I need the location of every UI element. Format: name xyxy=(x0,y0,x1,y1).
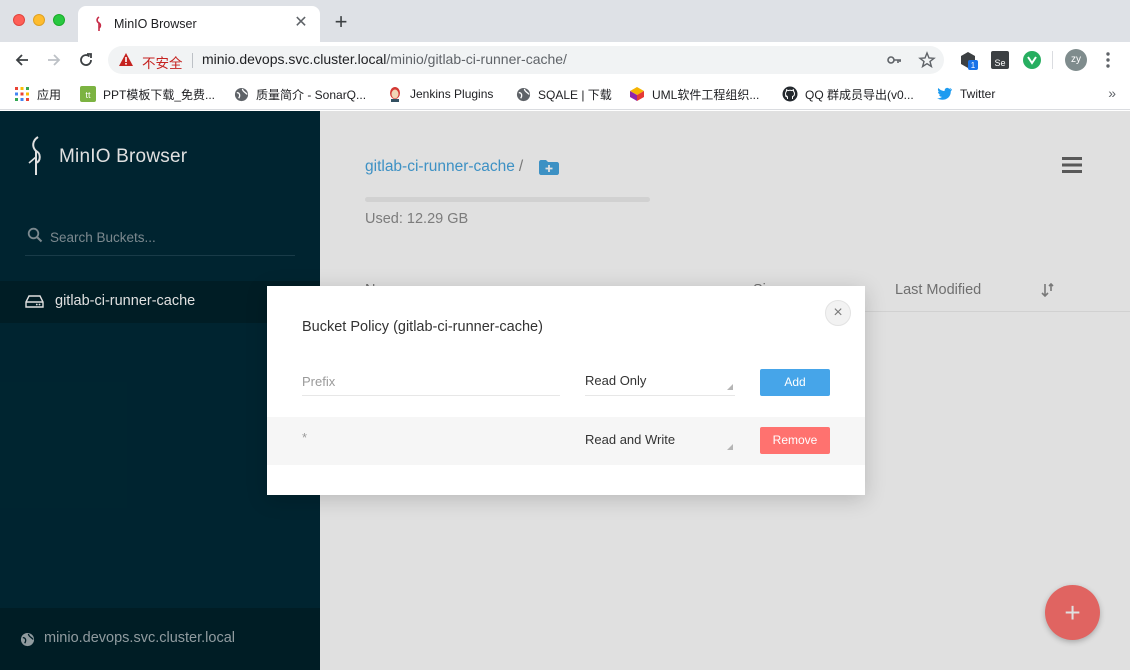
reload-button[interactable] xyxy=(74,48,98,72)
minio-favicon-icon xyxy=(96,16,102,31)
prefix-input[interactable] xyxy=(302,368,560,396)
svg-text:tt: tt xyxy=(85,90,91,100)
uml-cube-icon xyxy=(629,86,645,102)
twitter-icon xyxy=(937,86,953,102)
bookmark-twitter[interactable]: Twitter xyxy=(937,84,995,104)
bookmark-label: QQ 群成员导出(v0... xyxy=(805,87,914,102)
back-button[interactable] xyxy=(10,48,34,72)
new-policy-row: Read Only Add xyxy=(267,358,865,408)
address-bar[interactable]: 不安全 minio.devops.svc.cluster.local/minio… xyxy=(108,46,944,74)
github-icon xyxy=(782,86,798,102)
policy-permission-select[interactable]: Read Only xyxy=(585,368,735,396)
vue-devtools-icon[interactable] xyxy=(1022,50,1042,70)
bookmark-apps[interactable]: 应用 xyxy=(14,84,61,104)
bookmark-uml[interactable]: UML软件工程组织... xyxy=(629,84,759,104)
policy-permission-select[interactable]: Read and Write xyxy=(585,427,735,455)
select-value: Read Only xyxy=(585,373,647,388)
tab-title: MinIO Browser xyxy=(114,17,197,31)
add-policy-button[interactable]: Add xyxy=(760,369,830,396)
remove-policy-button[interactable]: Remove xyxy=(760,427,830,454)
warning-icon xyxy=(119,53,133,66)
bookmark-label: 应用 xyxy=(37,87,62,102)
policy-prefix: * xyxy=(302,430,308,445)
bucket-policy-modal: Bucket Policy (gitlab-ci-runner-cache) ×… xyxy=(267,286,865,495)
profile-avatar[interactable]: zy xyxy=(1065,49,1087,71)
bookmark-label: SQALE | 下载 xyxy=(538,87,612,102)
bookmarks-bar: 应用 tt PPT模板下载_免费... 质量简介 - SonarQ... Jen… xyxy=(0,78,1130,110)
tab-close-icon[interactable]: ✕ xyxy=(292,14,310,32)
bookmark-label: Jenkins Plugins xyxy=(410,87,494,101)
window-close-control[interactable] xyxy=(13,14,25,26)
jenkins-icon xyxy=(387,86,403,102)
key-icon[interactable] xyxy=(886,52,902,68)
url-text[interactable]: minio.devops.svc.cluster.local/minio/git… xyxy=(202,51,567,67)
omnibox-divider xyxy=(192,53,193,68)
bookmark-ppt[interactable]: tt PPT模板下载_免费... xyxy=(80,84,215,104)
bookmark-label: UML软件工程组织... xyxy=(652,87,760,102)
policy-row: * Read and Write Remove xyxy=(267,417,865,465)
selenium-extension-icon[interactable]: Se xyxy=(990,50,1010,70)
bookmark-label: 质量简介 - SonarQ... xyxy=(256,87,367,102)
minio-app: MinIO Browser gitlab-ci-runner-cache min… xyxy=(0,111,1130,670)
globe-icon xyxy=(515,86,531,102)
browser-tab-strip: MinIO Browser ✕ + xyxy=(0,0,1130,42)
bookmark-qq[interactable]: QQ 群成员导出(v0... xyxy=(782,84,914,104)
arrow-left-icon xyxy=(15,54,28,66)
close-icon[interactable]: × xyxy=(825,300,851,326)
globe-icon xyxy=(233,86,249,102)
extension-box-icon[interactable]: 1 xyxy=(958,50,978,70)
ppt-site-icon: tt xyxy=(80,86,96,102)
bookmark-jenkins[interactable]: Jenkins Plugins xyxy=(387,84,493,104)
security-label[interactable]: 不安全 xyxy=(142,52,183,72)
apps-grid-icon xyxy=(14,86,30,102)
browser-toolbar: 不安全 minio.devops.svc.cluster.local/minio… xyxy=(0,42,1130,78)
toolbar-divider xyxy=(1052,51,1053,69)
new-tab-button[interactable]: + xyxy=(330,11,352,33)
bookmark-sqale[interactable]: SQALE | 下载 xyxy=(515,84,612,104)
select-caret-icon xyxy=(727,384,733,390)
arrow-right-icon xyxy=(48,54,61,66)
browser-tab[interactable]: MinIO Browser ✕ xyxy=(78,6,320,42)
extension-badge: 1 xyxy=(971,61,976,70)
svg-text:Se: Se xyxy=(994,58,1005,68)
bookmarks-overflow-icon[interactable]: » xyxy=(1108,85,1116,101)
window-zoom-control[interactable] xyxy=(53,14,65,26)
select-value: Read and Write xyxy=(585,432,676,447)
bookmark-label: PPT模板下载_免费... xyxy=(103,87,216,102)
forward-button[interactable] xyxy=(42,48,66,72)
select-caret-icon xyxy=(727,444,733,450)
window-minimize-control[interactable] xyxy=(33,14,45,26)
url-path: /minio/gitlab-ci-runner-cache/ xyxy=(386,51,567,67)
bookmark-label: Twitter xyxy=(960,87,996,101)
bookmark-star-icon[interactable] xyxy=(918,51,936,69)
more-vert-icon[interactable] xyxy=(1100,50,1116,70)
url-host: minio.devops.svc.cluster.local xyxy=(202,51,387,67)
modal-title: Bucket Policy (gitlab-ci-runner-cache) xyxy=(302,319,543,335)
reload-icon xyxy=(80,53,92,66)
bookmark-sonarqube[interactable]: 质量简介 - SonarQ... xyxy=(233,84,366,104)
